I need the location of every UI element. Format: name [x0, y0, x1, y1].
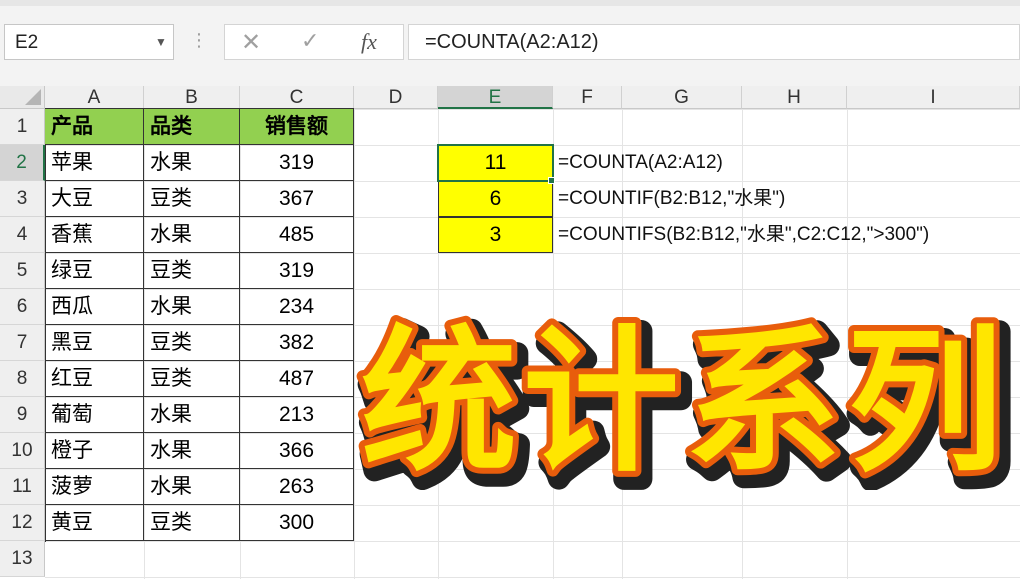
- fill-handle[interactable]: [548, 177, 555, 184]
- sales-cell[interactable]: 487: [240, 361, 354, 397]
- chevron-down-icon[interactable]: ▼: [155, 35, 167, 49]
- sales-cell[interactable]: 382: [240, 325, 354, 361]
- more-options-icon: ⋮: [190, 30, 208, 50]
- overlay-title-text: 统计系列: [361, 311, 1009, 490]
- row-header-11[interactable]: 11: [0, 469, 45, 505]
- product-cell[interactable]: 绿豆: [45, 253, 144, 289]
- active-cell-outline: [437, 144, 554, 182]
- sales-cell[interactable]: 263: [240, 469, 354, 505]
- sales-cell[interactable]: 485: [240, 217, 354, 253]
- column-header-g[interactable]: G: [622, 86, 742, 109]
- product-cell[interactable]: 橙子: [45, 433, 144, 469]
- column-header-c[interactable]: C: [240, 86, 354, 109]
- column-header-a[interactable]: A: [45, 86, 144, 109]
- product-cell[interactable]: 苹果: [45, 145, 144, 181]
- header-cell-product[interactable]: 产品: [45, 109, 144, 145]
- category-cell[interactable]: 水果: [144, 217, 240, 253]
- sales-cell[interactable]: 300: [240, 505, 354, 541]
- sales-cell[interactable]: 234: [240, 289, 354, 325]
- enter-icon[interactable]: ✓: [301, 28, 319, 54]
- formula-text: =COUNTA(A2:A12): [425, 31, 599, 53]
- formula-bar: E2 ▼ ⋮ ✕ ✓ fx =COUNTA(A2:A12): [0, 0, 1020, 86]
- row-header-7[interactable]: 7: [0, 325, 45, 361]
- cancel-icon[interactable]: ✕: [241, 28, 261, 57]
- sales-cell[interactable]: 213: [240, 397, 354, 433]
- category-cell[interactable]: 豆类: [144, 181, 240, 217]
- row-header-2[interactable]: 2: [0, 145, 45, 181]
- name-box-value: E2: [15, 32, 39, 53]
- category-cell[interactable]: 豆类: [144, 361, 240, 397]
- product-cell[interactable]: 菠萝: [45, 469, 144, 505]
- product-cell[interactable]: 黄豆: [45, 505, 144, 541]
- category-cell[interactable]: 水果: [144, 433, 240, 469]
- row-header-6[interactable]: 6: [0, 289, 45, 325]
- select-all-button[interactable]: [0, 86, 45, 109]
- sales-cell[interactable]: 367: [240, 181, 354, 217]
- product-cell[interactable]: 黑豆: [45, 325, 144, 361]
- category-cell[interactable]: 豆类: [144, 505, 240, 541]
- category-cell[interactable]: 水果: [144, 145, 240, 181]
- row-header-13[interactable]: 13: [0, 541, 45, 577]
- result-cell-countifs[interactable]: 3: [438, 217, 553, 253]
- overlay-title: 统计系列 统计系列: [355, 305, 1015, 490]
- row-header-4[interactable]: 4: [0, 217, 45, 253]
- product-cell[interactable]: 香蕉: [45, 217, 144, 253]
- header-cell-sales[interactable]: 销售额: [240, 109, 354, 145]
- row-header-10[interactable]: 10: [0, 433, 45, 469]
- row-header-3[interactable]: 3: [0, 181, 45, 217]
- column-header-d[interactable]: D: [354, 86, 438, 109]
- product-cell[interactable]: 大豆: [45, 181, 144, 217]
- formula-buttons: ✕ ✓ fx: [224, 24, 404, 60]
- header-cell-category[interactable]: 品类: [144, 109, 240, 145]
- row-header-5[interactable]: 5: [0, 253, 45, 289]
- category-cell[interactable]: 豆类: [144, 325, 240, 361]
- result-cell-countif[interactable]: 6: [438, 181, 553, 217]
- sales-cell[interactable]: 319: [240, 253, 354, 289]
- sales-cell[interactable]: 319: [240, 145, 354, 181]
- insert-function-icon[interactable]: fx: [361, 29, 377, 55]
- column-header-b[interactable]: B: [144, 86, 240, 109]
- row-header-8[interactable]: 8: [0, 361, 45, 397]
- product-cell[interactable]: 西瓜: [45, 289, 144, 325]
- category-cell[interactable]: 豆类: [144, 253, 240, 289]
- formula-note-counta[interactable]: =COUNTA(A2:A12): [558, 145, 723, 181]
- ribbon-edge: [0, 0, 1020, 6]
- category-cell[interactable]: 水果: [144, 469, 240, 505]
- column-header-h[interactable]: H: [742, 86, 847, 109]
- row-header-9[interactable]: 9: [0, 397, 45, 433]
- column-header-f[interactable]: F: [553, 86, 622, 109]
- product-cell[interactable]: 葡萄: [45, 397, 144, 433]
- formula-note-countifs[interactable]: =COUNTIFS(B2:B12,"水果",C2:C12,">300"): [558, 217, 929, 253]
- formula-note-countif[interactable]: =COUNTIF(B2:B12,"水果"): [558, 181, 785, 217]
- sales-cell[interactable]: 366: [240, 433, 354, 469]
- category-cell[interactable]: 水果: [144, 289, 240, 325]
- row-header-12[interactable]: 12: [0, 505, 45, 541]
- product-cell[interactable]: 红豆: [45, 361, 144, 397]
- formula-input[interactable]: =COUNTA(A2:A12): [408, 24, 1020, 60]
- category-cell[interactable]: 水果: [144, 397, 240, 433]
- select-all-icon: [25, 89, 41, 105]
- row-header-1[interactable]: 1: [0, 109, 45, 145]
- name-box[interactable]: E2 ▼: [4, 24, 174, 60]
- column-header-i[interactable]: I: [847, 86, 1020, 109]
- column-header-e[interactable]: E: [438, 86, 553, 109]
